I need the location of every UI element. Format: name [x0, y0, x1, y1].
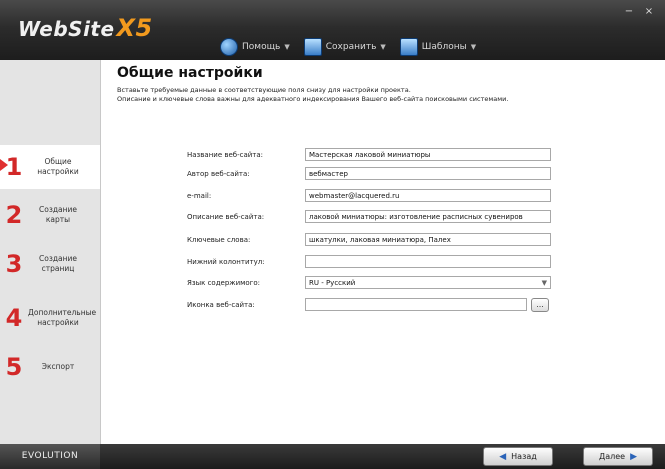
content-language-label: Язык содержимого: [187, 278, 261, 287]
step-number: 2 [5, 201, 23, 229]
site-author-label: Автор веб-сайта: [187, 169, 250, 178]
email-input[interactable]: webmaster@lacquered.ru [305, 189, 551, 202]
chevron-down-icon: ▼ [284, 43, 290, 51]
help-menu-label: Помощь [242, 42, 281, 52]
edition-badge: EVOLUTION [0, 444, 100, 469]
back-button-label: Назад [511, 452, 537, 461]
step-create-map[interactable]: 2 Создание карты [0, 193, 100, 237]
help-menu-button[interactable]: Помощь ▼ [220, 38, 290, 56]
step-label: Создание карты [39, 205, 77, 224]
step-label: Дополнительные настройки [28, 308, 97, 327]
minimize-icon[interactable]: − [621, 6, 637, 18]
email-label: e-mail: [187, 191, 212, 200]
toolbar: Помощь ▼ Сохранить ▼ Шаблоны ▼ [220, 37, 476, 57]
app-logo: WebSiteX5 [18, 14, 153, 42]
templates-menu-label: Шаблоны [421, 42, 467, 52]
arrow-left-icon: ◀ [499, 451, 507, 462]
back-button[interactable]: ◀ Назад [483, 447, 553, 466]
chevron-down-icon: ▼ [541, 279, 547, 287]
template-icon [399, 38, 418, 56]
footer-text-input[interactable] [305, 255, 551, 268]
site-name-input[interactable]: Мастерская лаковой миниатюры [305, 148, 551, 161]
chevron-down-icon: ▼ [380, 43, 386, 51]
site-description-label: Описание веб-сайта: [187, 212, 265, 221]
steps-sidebar: 1 Общие настройки 2 Создание карты 3 Соз… [0, 60, 101, 444]
settings-panel: Общие настройки Вставьте требуемые данны… [101, 60, 665, 444]
step-label: Создание страниц [39, 254, 77, 273]
page-description: Вставьте требуемые данные в соответствую… [117, 86, 647, 104]
site-name-label: Название веб-сайта: [187, 150, 264, 159]
close-icon[interactable]: × [641, 6, 657, 18]
step-number: 5 [5, 353, 23, 381]
page-title: Общие настройки [117, 65, 263, 81]
description-line: Описание и ключевые слова важны для адек… [117, 95, 509, 103]
step-advanced-settings[interactable]: 4 Дополнительные настройки [0, 296, 100, 340]
step-general-settings[interactable]: 1 Общие настройки [0, 145, 100, 189]
site-icon-input[interactable] [305, 298, 527, 311]
content-language-select[interactable]: RU - Русский ▼ [305, 276, 551, 289]
next-button[interactable]: Далее ▶ [583, 447, 653, 466]
save-icon [303, 38, 322, 56]
footer-text-label: Нижний колонтитул: [187, 257, 265, 266]
app-window: WebSiteX5 − × Помощь ▼ Сохранить ▼ Шабло… [0, 0, 665, 469]
save-menu-label: Сохранить [325, 42, 377, 52]
browse-button[interactable]: ... [531, 297, 549, 312]
next-button-label: Далее [598, 452, 626, 461]
keywords-input[interactable]: шкатулки, лаковая миниатюра, Палех [305, 233, 551, 246]
description-line: Вставьте требуемые данные в соответствую… [117, 86, 411, 94]
templates-menu-button[interactable]: Шаблоны ▼ [399, 38, 477, 56]
site-description-input[interactable]: лаковой миниатюры: изготовление расписны… [305, 210, 551, 223]
keywords-label: Ключевые слова: [187, 235, 251, 244]
chevron-down-icon: ▼ [470, 43, 477, 51]
step-label: Общие настройки [37, 157, 79, 176]
help-icon [220, 38, 238, 56]
step-export[interactable]: 5 Экспорт [0, 345, 100, 389]
title-bar: WebSiteX5 − × Помощь ▼ Сохранить ▼ Шабло… [0, 0, 665, 60]
site-icon-label: Иконка веб-сайта: [187, 300, 255, 309]
step-number: 3 [5, 250, 23, 278]
step-label: Экспорт [41, 362, 75, 371]
step-create-pages[interactable]: 3 Создание страниц [0, 242, 100, 286]
current-step-arrow-icon [0, 159, 8, 171]
arrow-right-icon: ▶ [630, 451, 638, 462]
content-language-value: RU - Русский [309, 279, 356, 287]
step-number: 4 [5, 304, 23, 332]
site-author-input[interactable]: вебмастер [305, 167, 551, 180]
save-menu-button[interactable]: Сохранить ▼ [303, 38, 386, 56]
